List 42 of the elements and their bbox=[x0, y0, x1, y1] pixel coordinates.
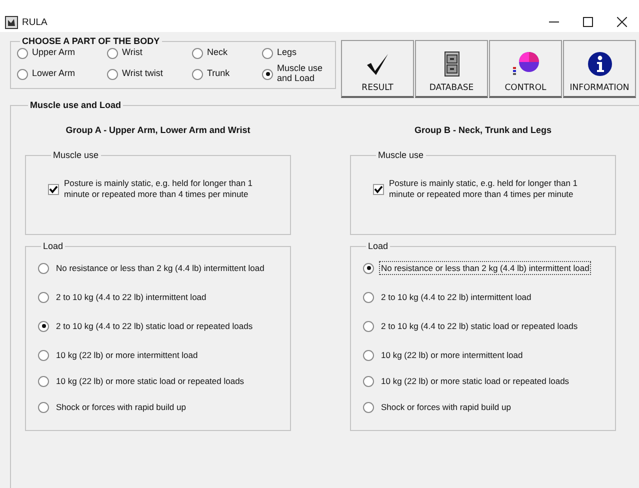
group-title: Load bbox=[367, 241, 390, 251]
group-heading: Group B - Neck, Trunk and Legs bbox=[413, 125, 553, 135]
load-radio[interactable]: 10 kg (22 lb) or more static load or repeated loads bbox=[363, 374, 615, 388]
body-part-radio[interactable]: Muscle use and Load bbox=[262, 63, 332, 85]
toolbar-button[interactable]: RESULT bbox=[341, 40, 414, 98]
app-icon bbox=[5, 16, 18, 28]
group-title: Muscle use bbox=[52, 150, 100, 160]
toolbar-button[interactable]: INFORMATION bbox=[563, 40, 636, 98]
group-title: Muscle use bbox=[377, 150, 425, 160]
load-radio[interactable]: Shock or forces with rapid build up bbox=[363, 400, 615, 414]
posture-checkbox[interactable]: Posture is mainly static, e.g. held for longer than 1 minute or repeated more than 4 times per minute bbox=[48, 178, 290, 200]
posture-checkbox[interactable]: Posture is mainly static, e.g. held for longer than 1 minute or repeated more than 4 times per minute bbox=[373, 178, 615, 200]
toolbar-button[interactable]: DATABASE bbox=[415, 40, 488, 98]
toolbar-button[interactable]: CONTROL bbox=[489, 40, 562, 98]
load-radio[interactable]: 10 kg (22 lb) or more static load or repeated loads bbox=[38, 374, 290, 388]
group-heading: Group A - Upper Arm, Lower Arm and Wrist bbox=[64, 125, 252, 135]
window-title: RULA bbox=[22, 16, 48, 28]
group-title: Load bbox=[42, 241, 64, 251]
load-radio[interactable]: 2 to 10 kg (4.4 to 22 lb) intermittent load bbox=[38, 290, 290, 304]
checkmark-icon bbox=[374, 185, 383, 194]
load-radio[interactable]: 2 to 10 kg (4.4 to 22 lb) static load or repeated loads bbox=[363, 319, 615, 333]
section-title: Muscle use and Load bbox=[29, 100, 122, 110]
load-radio[interactable]: 10 kg (22 lb) or more intermittent load bbox=[363, 348, 615, 362]
close-icon[interactable] bbox=[617, 17, 627, 27]
body-part-radio[interactable]: Upper Arm bbox=[17, 46, 107, 60]
body-part-radio[interactable]: Neck bbox=[192, 46, 262, 60]
info-icon bbox=[586, 51, 612, 77]
body-part-radio[interactable]: Trunk bbox=[192, 63, 262, 85]
load-radio[interactable]: 10 kg (22 lb) or more intermittent load bbox=[38, 348, 290, 362]
load-radio[interactable]: Shock or forces with rapid build up bbox=[38, 400, 290, 414]
maximize-icon[interactable] bbox=[583, 17, 593, 27]
file-cabinet-icon bbox=[444, 51, 460, 77]
load-radio[interactable]: 2 to 10 kg (4.4 to 22 lb) intermittent load bbox=[363, 290, 615, 304]
body-part-radio[interactable]: Legs bbox=[262, 46, 332, 60]
checkmark-icon bbox=[49, 185, 58, 194]
group-title: CHOOSE A PART OF THE BODY bbox=[21, 36, 161, 46]
load-radio[interactable]: No resistance or less than 2 kg (4.4 lb) intermittent load bbox=[38, 261, 290, 275]
pie-chart-icon bbox=[510, 51, 540, 77]
body-part-radio[interactable]: Wrist bbox=[107, 46, 192, 60]
body-part-radio[interactable]: Lower Arm bbox=[17, 63, 107, 85]
body-part-radio[interactable]: Wrist twist bbox=[107, 63, 192, 85]
load-radio[interactable]: 2 to 10 kg (4.4 to 22 lb) static load or repeated loads bbox=[38, 319, 290, 333]
